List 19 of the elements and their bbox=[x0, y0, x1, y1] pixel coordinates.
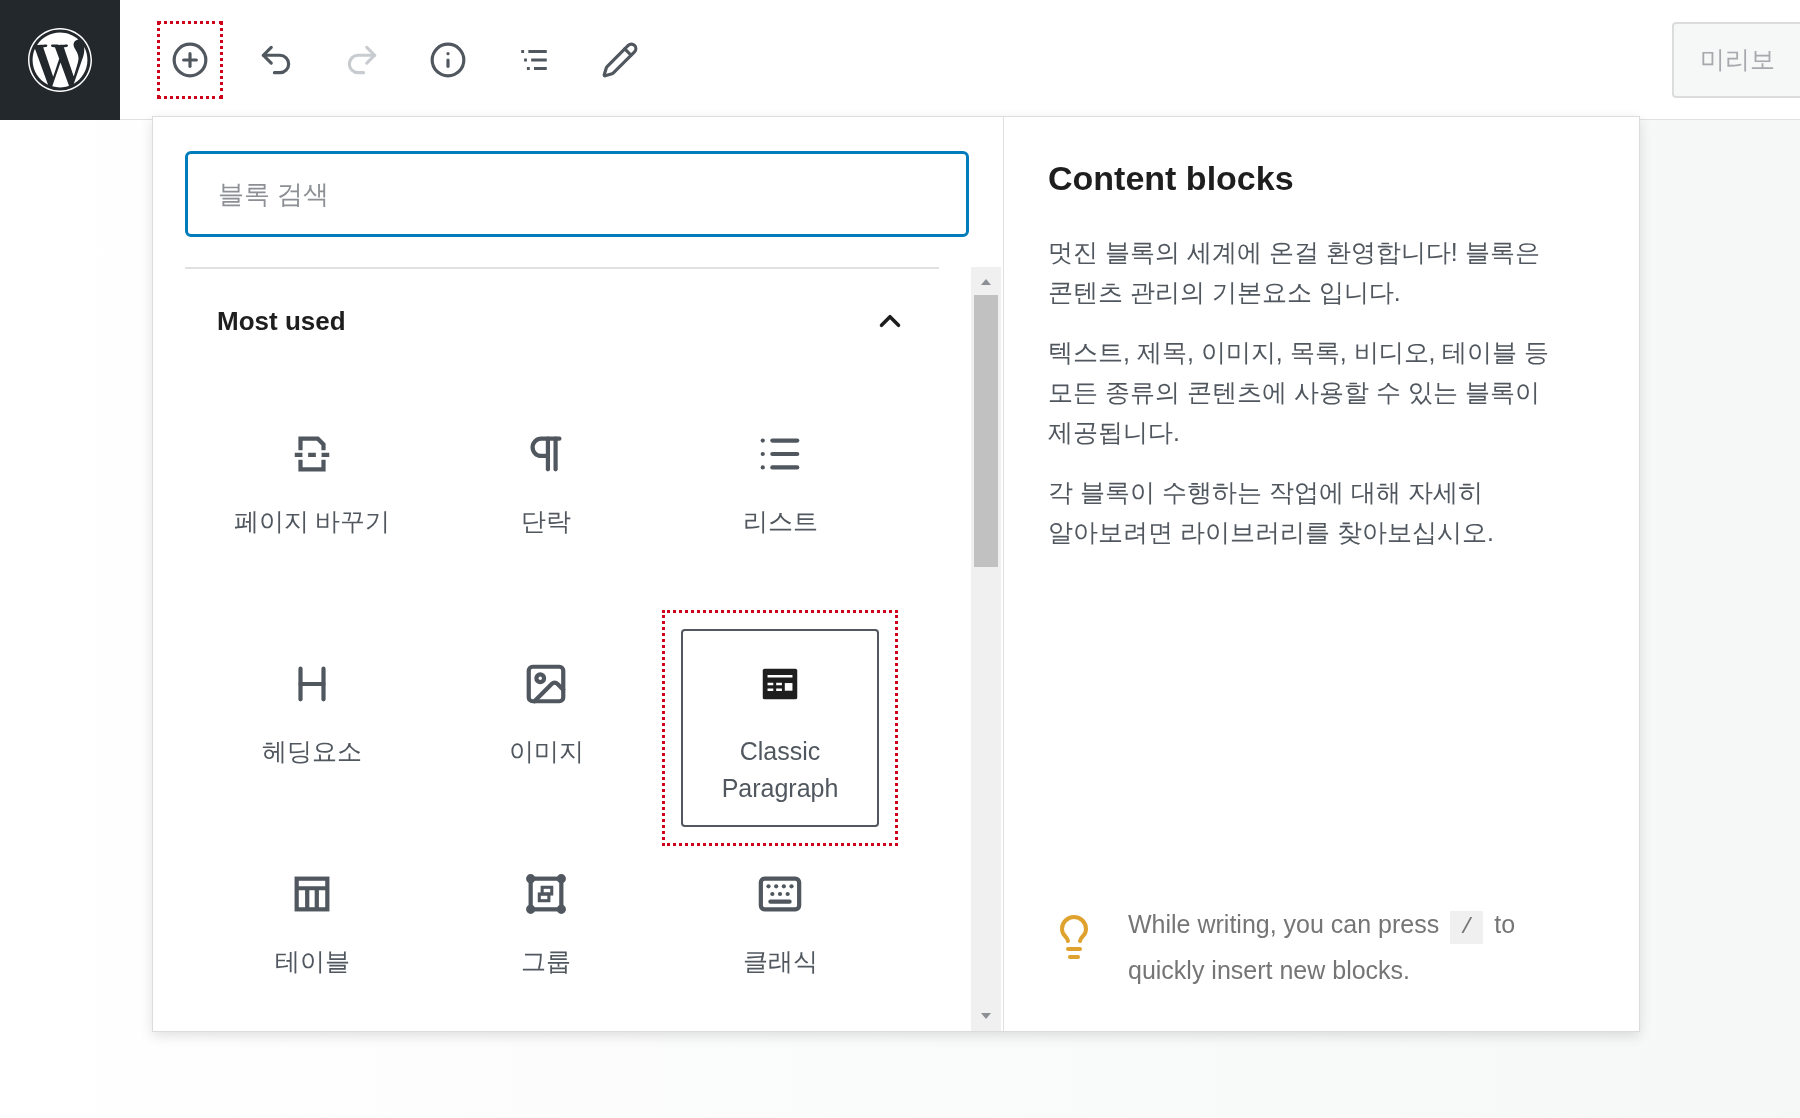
block-item[interactable]: Classic Paragraph bbox=[662, 610, 898, 846]
wordpress-icon bbox=[27, 26, 93, 93]
info-icon bbox=[429, 40, 467, 79]
scroll-up-icon[interactable] bbox=[980, 277, 992, 287]
slash-key: / bbox=[1450, 911, 1484, 944]
scroll-down-icon[interactable] bbox=[980, 1011, 992, 1021]
help-title: Content blocks bbox=[1048, 158, 1295, 199]
add-block-icon bbox=[171, 40, 209, 79]
group-icon bbox=[523, 871, 569, 917]
most-used-section-header[interactable]: Most used bbox=[185, 269, 939, 373]
scrollbar[interactable] bbox=[971, 267, 1001, 1031]
block-search-field[interactable]: 블록 검색 bbox=[185, 151, 969, 237]
tip-text: While writing, you can press / to quickly insert new blocks. bbox=[1128, 909, 1517, 986]
help-paragraph: 텍스트, 제목, 이미지, 목록, 비디오, 테이블 등 모든 종류의 콘텐츠에 사용할 수 있는 블록이 제공됩니다. bbox=[1048, 337, 1551, 448]
wordpress-logo[interactable] bbox=[0, 0, 120, 120]
pencil-icon bbox=[601, 40, 639, 79]
help-paragraph: 각 블록이 수행하는 작업에 대해 자세히 알아보려면 라이브러리를 찾아보십시오. bbox=[1048, 477, 1495, 548]
help-paragraph: 멋진 블록의 세계에 온걸 환영합니다! 블록은 콘텐츠 관리의 기본요소 입니다. bbox=[1048, 237, 1541, 308]
add-block-button[interactable] bbox=[160, 23, 220, 96]
